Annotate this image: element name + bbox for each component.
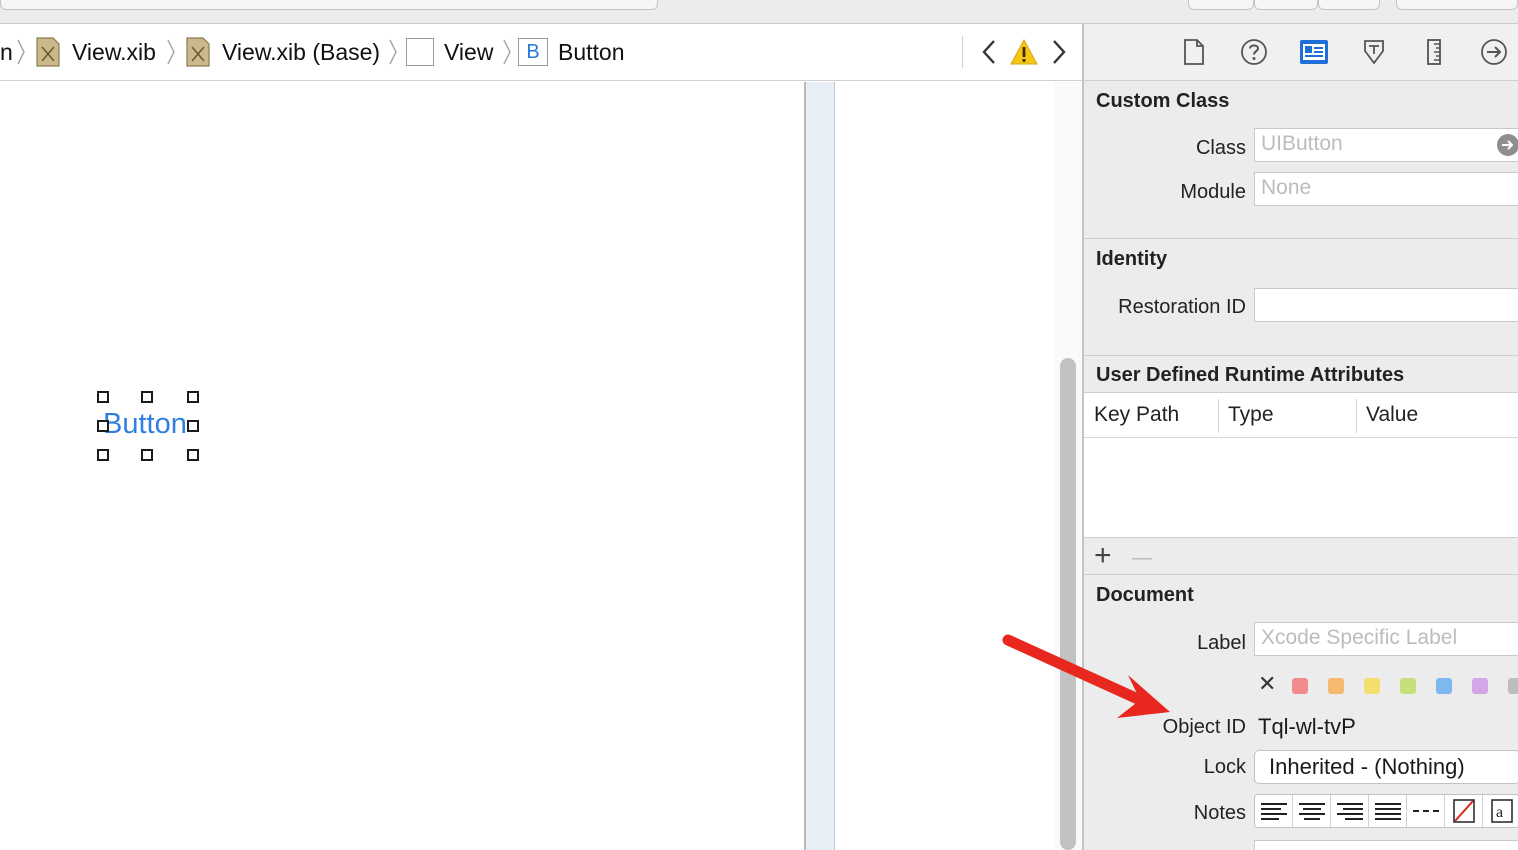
next-issue-chevron-icon[interactable] bbox=[1050, 38, 1068, 66]
xib-file-icon bbox=[186, 37, 210, 67]
lock-label: Lock bbox=[1203, 756, 1246, 778]
clear-label-color-button[interactable]: ✕ bbox=[1258, 672, 1276, 696]
column-divider bbox=[1356, 399, 1357, 433]
resize-handle-top-right[interactable] bbox=[187, 391, 199, 403]
justify-icon[interactable] bbox=[1369, 795, 1407, 827]
label-color-yellow[interactable] bbox=[1364, 678, 1380, 694]
module-field[interactable]: None bbox=[1254, 172, 1518, 206]
canvas-column-border bbox=[834, 82, 835, 850]
object-id-value: Tql-wl-tvP bbox=[1258, 714, 1356, 739]
toolbar-segment-3[interactable] bbox=[1318, 0, 1380, 10]
runtime-attributes-section-title: User Defined Runtime Attributes bbox=[1096, 364, 1405, 386]
canvas-button-title[interactable]: Button bbox=[103, 408, 187, 441]
quick-help-icon[interactable] bbox=[1238, 36, 1270, 68]
remove-attribute-button[interactable]: — bbox=[1132, 541, 1152, 575]
file-inspector-icon[interactable] bbox=[1178, 36, 1210, 68]
resize-handle-right[interactable] bbox=[187, 420, 199, 432]
runtime-attributes-table-header: Key Path Type Value bbox=[1084, 392, 1518, 438]
label-color-red[interactable] bbox=[1292, 678, 1308, 694]
class-label: Class bbox=[1195, 137, 1246, 159]
canvas-scrollbar-thumb[interactable] bbox=[1060, 358, 1076, 850]
interface-builder-canvas[interactable] bbox=[0, 82, 1054, 850]
toolbar-segment-1[interactable] bbox=[1188, 0, 1254, 10]
svg-text:a: a bbox=[1496, 804, 1503, 821]
class-field[interactable]: UIButton bbox=[1254, 128, 1518, 162]
align-center-icon[interactable] bbox=[1293, 795, 1331, 827]
notes-text-area[interactable] bbox=[1254, 840, 1518, 850]
breadcrumb-item-view-xib[interactable]: View.xib bbox=[72, 24, 156, 81]
align-left-icon[interactable] bbox=[1255, 795, 1293, 827]
label-color-purple[interactable] bbox=[1472, 678, 1488, 694]
align-right-icon[interactable] bbox=[1331, 795, 1369, 827]
label-color-gray[interactable] bbox=[1508, 678, 1518, 694]
toolbar-segment-4[interactable] bbox=[1396, 0, 1518, 10]
resize-handle-top[interactable] bbox=[141, 391, 153, 403]
size-inspector-icon[interactable] bbox=[1418, 36, 1450, 68]
lock-popup-button[interactable]: Inherited - (Nothing) bbox=[1254, 750, 1518, 784]
previous-issue-chevron-icon[interactable] bbox=[980, 38, 998, 66]
warning-icon[interactable] bbox=[1010, 38, 1038, 66]
button-type-icon: B bbox=[518, 38, 548, 66]
document-label-field[interactable]: Xcode Specific Label bbox=[1254, 622, 1518, 656]
chevron-right-icon bbox=[503, 39, 511, 65]
runtime-attributes-table-body[interactable] bbox=[1084, 438, 1518, 538]
breadcrumb-item-view[interactable]: View bbox=[444, 24, 493, 81]
identity-inspector-icon[interactable] bbox=[1298, 36, 1330, 68]
font-icon[interactable]: a bbox=[1483, 795, 1518, 827]
breadcrumb-label: Button bbox=[558, 39, 625, 65]
chevron-right-icon bbox=[167, 39, 175, 65]
jump-bar: n View.xib View.xib (Base) View B Button bbox=[0, 24, 1082, 81]
breadcrumb-item-button[interactable]: Button bbox=[558, 24, 625, 81]
custom-class-section-title: Custom Class bbox=[1096, 90, 1230, 112]
breadcrumb-label: View.xib bbox=[72, 39, 156, 65]
runtime-attributes-toolbar: + — bbox=[1084, 539, 1518, 575]
identity-section-title: Identity bbox=[1096, 248, 1168, 270]
canvas-side-column bbox=[806, 82, 834, 850]
resize-handle-left[interactable] bbox=[97, 420, 109, 432]
notes-label: Notes bbox=[1193, 802, 1246, 824]
identity-inspector-panel: Custom Class Class UIButton Module None … bbox=[1082, 24, 1518, 850]
resize-handle-bottom[interactable] bbox=[141, 449, 153, 461]
document-section-title: Document bbox=[1096, 584, 1194, 606]
attributes-inspector-icon[interactable] bbox=[1358, 36, 1390, 68]
column-header-key-path[interactable]: Key Path bbox=[1094, 393, 1179, 439]
breadcrumb-item-project[interactable]: n bbox=[0, 24, 13, 81]
section-separator bbox=[1084, 238, 1518, 239]
section-separator bbox=[1084, 355, 1518, 356]
editor-tab-strip[interactable] bbox=[0, 0, 658, 10]
connections-inspector-icon[interactable] bbox=[1478, 36, 1510, 68]
breadcrumb-label: View bbox=[444, 39, 494, 65]
label-color-blue[interactable] bbox=[1436, 678, 1452, 694]
inspector-tab-bar bbox=[1084, 24, 1518, 81]
window-top-chrome bbox=[0, 0, 1518, 24]
view-icon bbox=[406, 38, 434, 66]
jumpbar-divider bbox=[962, 36, 963, 68]
resize-handle-top-left[interactable] bbox=[97, 391, 109, 403]
xib-file-icon bbox=[36, 37, 60, 67]
natural-alignment-icon[interactable] bbox=[1407, 795, 1445, 827]
chevron-right-icon bbox=[17, 39, 25, 65]
label-color-green[interactable] bbox=[1400, 678, 1416, 694]
toolbar-segment-2[interactable] bbox=[1254, 0, 1318, 10]
column-header-value[interactable]: Value bbox=[1366, 393, 1418, 439]
add-attribute-button[interactable]: + bbox=[1094, 539, 1112, 573]
breadcrumb-item-view-xib-base[interactable]: View.xib (Base) bbox=[222, 24, 380, 81]
restoration-id-label: Restoration ID bbox=[1118, 296, 1246, 318]
label-color-orange[interactable] bbox=[1328, 678, 1344, 694]
breadcrumb-label: View.xib (Base) bbox=[222, 39, 381, 65]
module-label: Module bbox=[1180, 181, 1246, 203]
no-color-icon[interactable] bbox=[1445, 795, 1483, 827]
column-header-type[interactable]: Type bbox=[1228, 393, 1274, 439]
notes-formatting-bar: a bbox=[1254, 794, 1518, 828]
object-id-label: Object ID bbox=[1162, 716, 1246, 738]
chevron-right-icon bbox=[389, 39, 397, 65]
column-divider bbox=[1218, 399, 1219, 433]
go-to-class-icon[interactable] bbox=[1497, 134, 1518, 156]
restoration-id-field[interactable] bbox=[1254, 288, 1518, 322]
resize-handle-bottom-right[interactable] bbox=[187, 449, 199, 461]
resize-handle-bottom-left[interactable] bbox=[97, 449, 109, 461]
breadcrumb-label: n bbox=[0, 39, 13, 65]
document-label-label: Label bbox=[1197, 632, 1246, 654]
